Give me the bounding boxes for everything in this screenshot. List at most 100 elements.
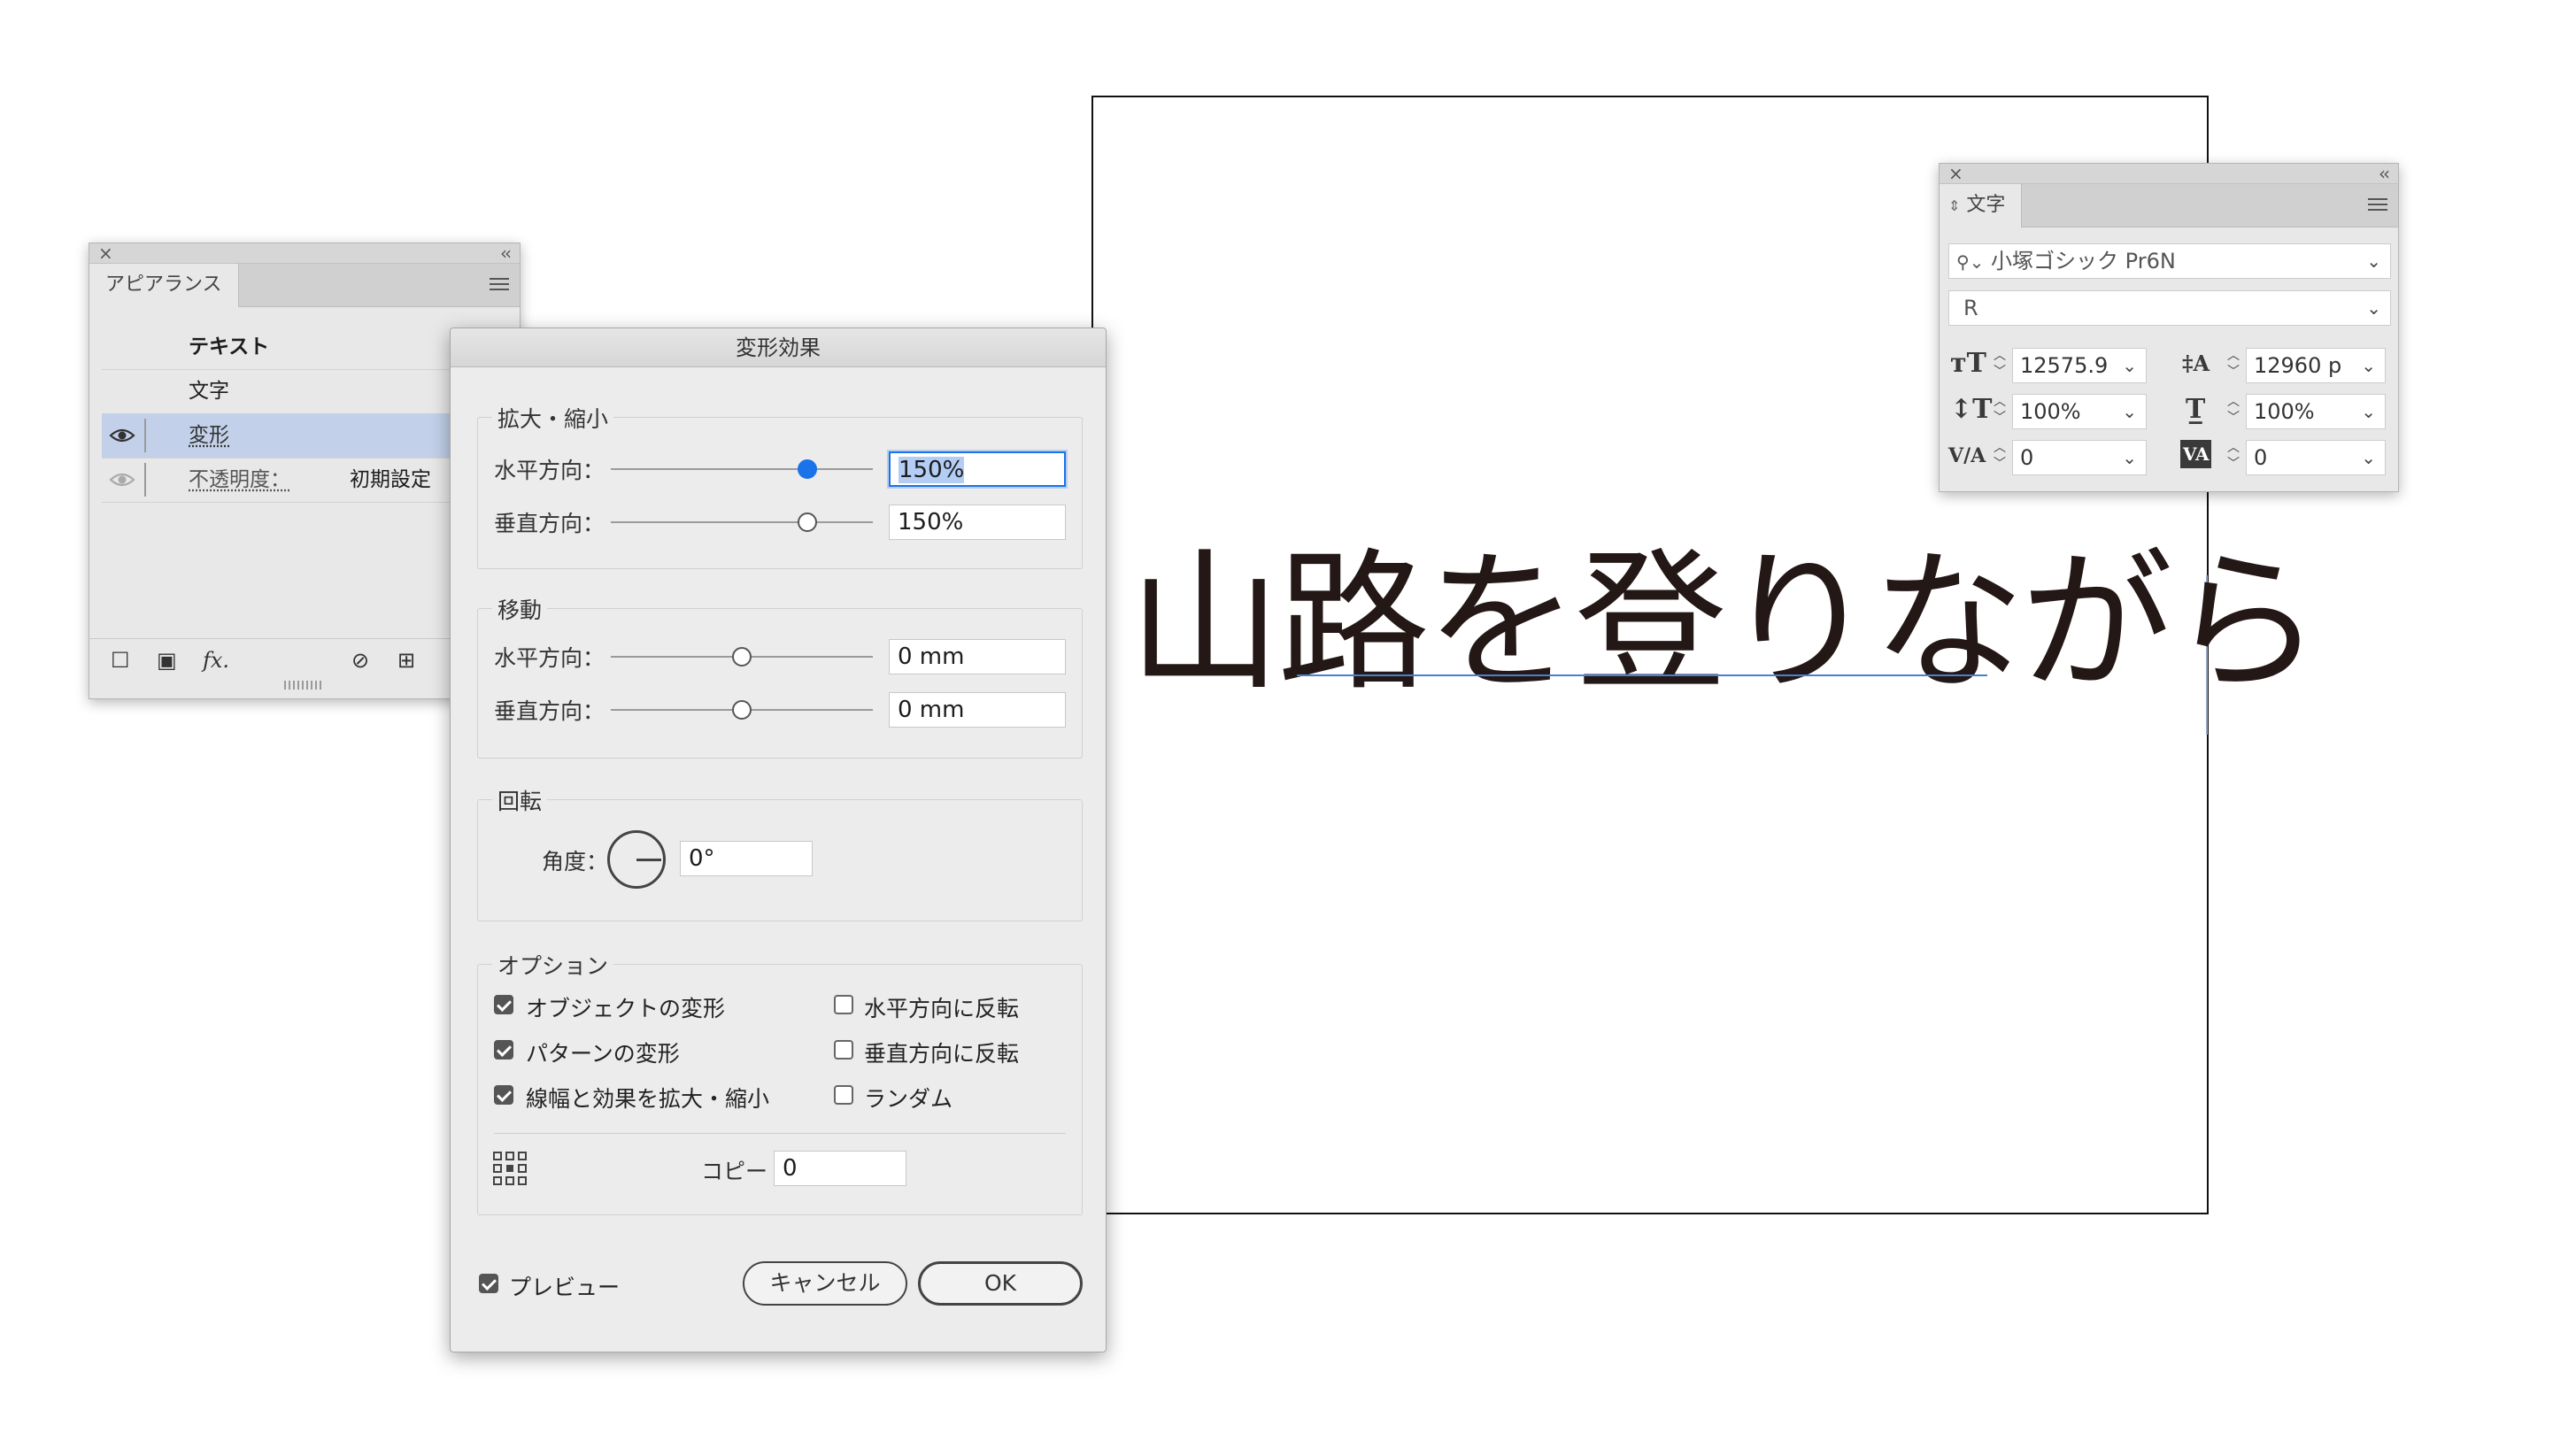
tab-appearance[interactable]: アピアランス xyxy=(89,264,239,307)
chevron-down-icon[interactable]: ⌄ xyxy=(2366,291,2381,325)
reflect-y-label[interactable]: 垂直方向に反転 xyxy=(864,1036,1019,1068)
chevron-down-icon[interactable]: ⌄ xyxy=(2361,395,2376,428)
font-size-input[interactable]: 12575.9 ⌄ xyxy=(2012,348,2147,383)
chevron-down-icon[interactable]: ⌄ xyxy=(2122,349,2137,382)
eye-icon[interactable] xyxy=(109,471,135,489)
scale-strokes-checkbox[interactable] xyxy=(494,1085,513,1105)
scale-vertical-label: 垂直方向： xyxy=(494,511,605,536)
leading-stepper[interactable]: ︿ ﹀ xyxy=(2225,348,2242,383)
kerning-input[interactable]: 0 ⌄ xyxy=(2012,440,2147,475)
chevron-down-icon[interactable]: ⌄ xyxy=(2361,349,2376,382)
rotate-group: 回転 角度： 0° xyxy=(477,784,1083,921)
font-style-select[interactable]: R ⌄ xyxy=(1948,290,2391,326)
tracking-icon: VA xyxy=(2180,440,2212,468)
resize-grip[interactable] xyxy=(284,681,323,690)
row-divider xyxy=(144,463,146,497)
transform-effect-dialog: 変形効果 拡大・縮小 水平方向： 150% 垂直方向： 150% 移動 水平方向… xyxy=(450,328,1107,1352)
panel-menu-icon[interactable] xyxy=(490,274,509,292)
panel-titlebar[interactable]: × ‹‹ xyxy=(1940,164,2398,184)
group-title: 拡大・縮小 xyxy=(492,402,614,434)
move-group: 移動 水平方向： 0 mm 垂直方向： 0 mm xyxy=(477,593,1083,759)
reflect-x-checkbox[interactable] xyxy=(834,995,853,1014)
new-fill-icon[interactable]: ▣ xyxy=(157,650,177,671)
chevron-down-icon[interactable]: ⌄ xyxy=(2122,441,2137,474)
reference-point-icon[interactable] xyxy=(492,1151,528,1186)
row-label[interactable]: 不透明度： xyxy=(189,458,290,502)
move-horizontal-input[interactable]: 0 mm xyxy=(889,639,1066,674)
panel-titlebar[interactable]: × ‹‹ xyxy=(89,243,520,264)
reflect-x-label[interactable]: 水平方向に反転 xyxy=(864,991,1019,1023)
scale-vertical-slider[interactable] xyxy=(611,521,873,523)
collapse-icon[interactable]: ‹‹ xyxy=(2379,164,2390,183)
horizontal-scale-icon: T̲ xyxy=(2186,394,2206,425)
move-vertical-slider-knob[interactable] xyxy=(732,700,752,720)
kerning-icon: V/A xyxy=(1948,444,1986,467)
chevron-down-icon[interactable]: ⌄ xyxy=(2361,441,2376,474)
duplicate-icon[interactable]: ⊞ xyxy=(397,650,415,671)
scale-vertical-slider-knob[interactable] xyxy=(798,512,817,532)
random-label[interactable]: ランダム xyxy=(864,1082,953,1114)
options-divider xyxy=(494,1133,1066,1134)
canvas-text-object[interactable]: 山路を登りながら xyxy=(1129,547,2322,699)
vertical-scale-stepper[interactable]: ︿ ﹀ xyxy=(1991,394,2009,429)
transform-patterns-label[interactable]: パターンの変形 xyxy=(526,1036,680,1068)
row-label[interactable]: 変形 xyxy=(189,413,229,458)
clear-icon[interactable]: ⊘ xyxy=(351,650,369,671)
angle-dial[interactable] xyxy=(607,830,666,889)
dialog-title[interactable]: 変形効果 xyxy=(451,328,1106,367)
font-size-stepper[interactable]: ︿ ﹀ xyxy=(1991,348,2009,383)
chevron-down-icon[interactable]: ⌄ xyxy=(2122,395,2137,428)
row-label: テキスト xyxy=(189,335,270,358)
tracking-input[interactable]: 0 ⌄ xyxy=(2246,440,2386,475)
horizontal-scale-input[interactable]: 100% ⌄ xyxy=(2246,394,2386,429)
font-family-select[interactable]: ⚲⌄ 小塚ゴシック Pr6N ⌄ xyxy=(1948,243,2391,279)
tracking-stepper[interactable]: ︿ ﹀ xyxy=(2225,440,2242,475)
eye-icon[interactable] xyxy=(109,427,135,444)
scale-horizontal-input[interactable]: 150% xyxy=(889,451,1066,487)
leading-input[interactable]: 12960 p ⌄ xyxy=(2246,348,2386,383)
fx-icon[interactable]: fx. xyxy=(203,650,229,671)
move-horizontal-label: 水平方向： xyxy=(494,645,605,671)
transform-objects-label[interactable]: オブジェクトの変形 xyxy=(526,991,725,1023)
scale-group: 拡大・縮小 水平方向： 150% 垂直方向： 150% xyxy=(477,402,1083,569)
angle-label: 角度： xyxy=(542,849,609,875)
character-panel: × ‹‹ ⇕ 文字 ⚲⌄ 小塚ゴシック Pr6N ⌄ R ⌄ ᴛT ︿ ﹀ 125… xyxy=(1939,163,2399,492)
ok-button[interactable]: OK xyxy=(918,1261,1083,1306)
group-title: オプション xyxy=(492,949,614,981)
new-stroke-icon[interactable]: ☐ xyxy=(111,650,130,671)
group-title: 回転 xyxy=(492,784,548,816)
copies-input[interactable]: 0 xyxy=(774,1151,906,1186)
angle-input[interactable]: 0° xyxy=(680,841,813,876)
transform-patterns-checkbox[interactable] xyxy=(494,1040,513,1060)
chevron-down-icon[interactable]: ⌄ xyxy=(2366,244,2381,278)
close-icon[interactable]: × xyxy=(98,243,113,263)
move-horizontal-slider-knob[interactable] xyxy=(732,647,752,667)
preview-checkbox[interactable] xyxy=(479,1274,498,1293)
panel-menu-icon[interactable] xyxy=(2368,195,2387,212)
reflect-y-checkbox[interactable] xyxy=(834,1040,853,1060)
text-baseline xyxy=(1297,674,1987,676)
tab-toggle-icon[interactable]: ⇕ xyxy=(1948,197,1960,214)
close-icon[interactable]: × xyxy=(1948,164,1963,183)
scale-strokes-label[interactable]: 線幅と効果を拡大・縮小 xyxy=(526,1082,769,1114)
group-title: 移動 xyxy=(492,593,548,625)
options-group: オプション オブジェクトの変形 パターンの変形 線幅と効果を拡大・縮小 水平方向… xyxy=(477,949,1083,1215)
preview-label[interactable]: プレビュー xyxy=(509,1270,620,1302)
cancel-button[interactable]: キャンセル xyxy=(743,1261,907,1306)
tab-character[interactable]: ⇕ 文字 xyxy=(1940,184,2023,227)
scale-horizontal-label: 水平方向： xyxy=(494,458,605,483)
scale-horizontal-slider[interactable] xyxy=(611,468,873,470)
vertical-scale-input[interactable]: 100% ⌄ xyxy=(2012,394,2147,429)
move-vertical-input[interactable]: 0 mm xyxy=(889,692,1066,728)
search-icon[interactable]: ⚲⌄ xyxy=(1956,251,1984,273)
random-checkbox[interactable] xyxy=(834,1085,853,1105)
kerning-stepper[interactable]: ︿ ﹀ xyxy=(1991,440,2009,475)
scale-vertical-input[interactable]: 150% xyxy=(889,505,1066,540)
row-divider xyxy=(144,419,146,452)
transform-objects-checkbox[interactable] xyxy=(494,995,513,1014)
vertical-scale-icon: ↕T xyxy=(1950,394,1993,425)
row-label: 文字 xyxy=(189,380,229,403)
horizontal-scale-stepper[interactable]: ︿ ﹀ xyxy=(2225,394,2242,429)
collapse-icon[interactable]: ‹‹ xyxy=(500,243,512,263)
scale-horizontal-slider-knob[interactable] xyxy=(798,459,817,479)
